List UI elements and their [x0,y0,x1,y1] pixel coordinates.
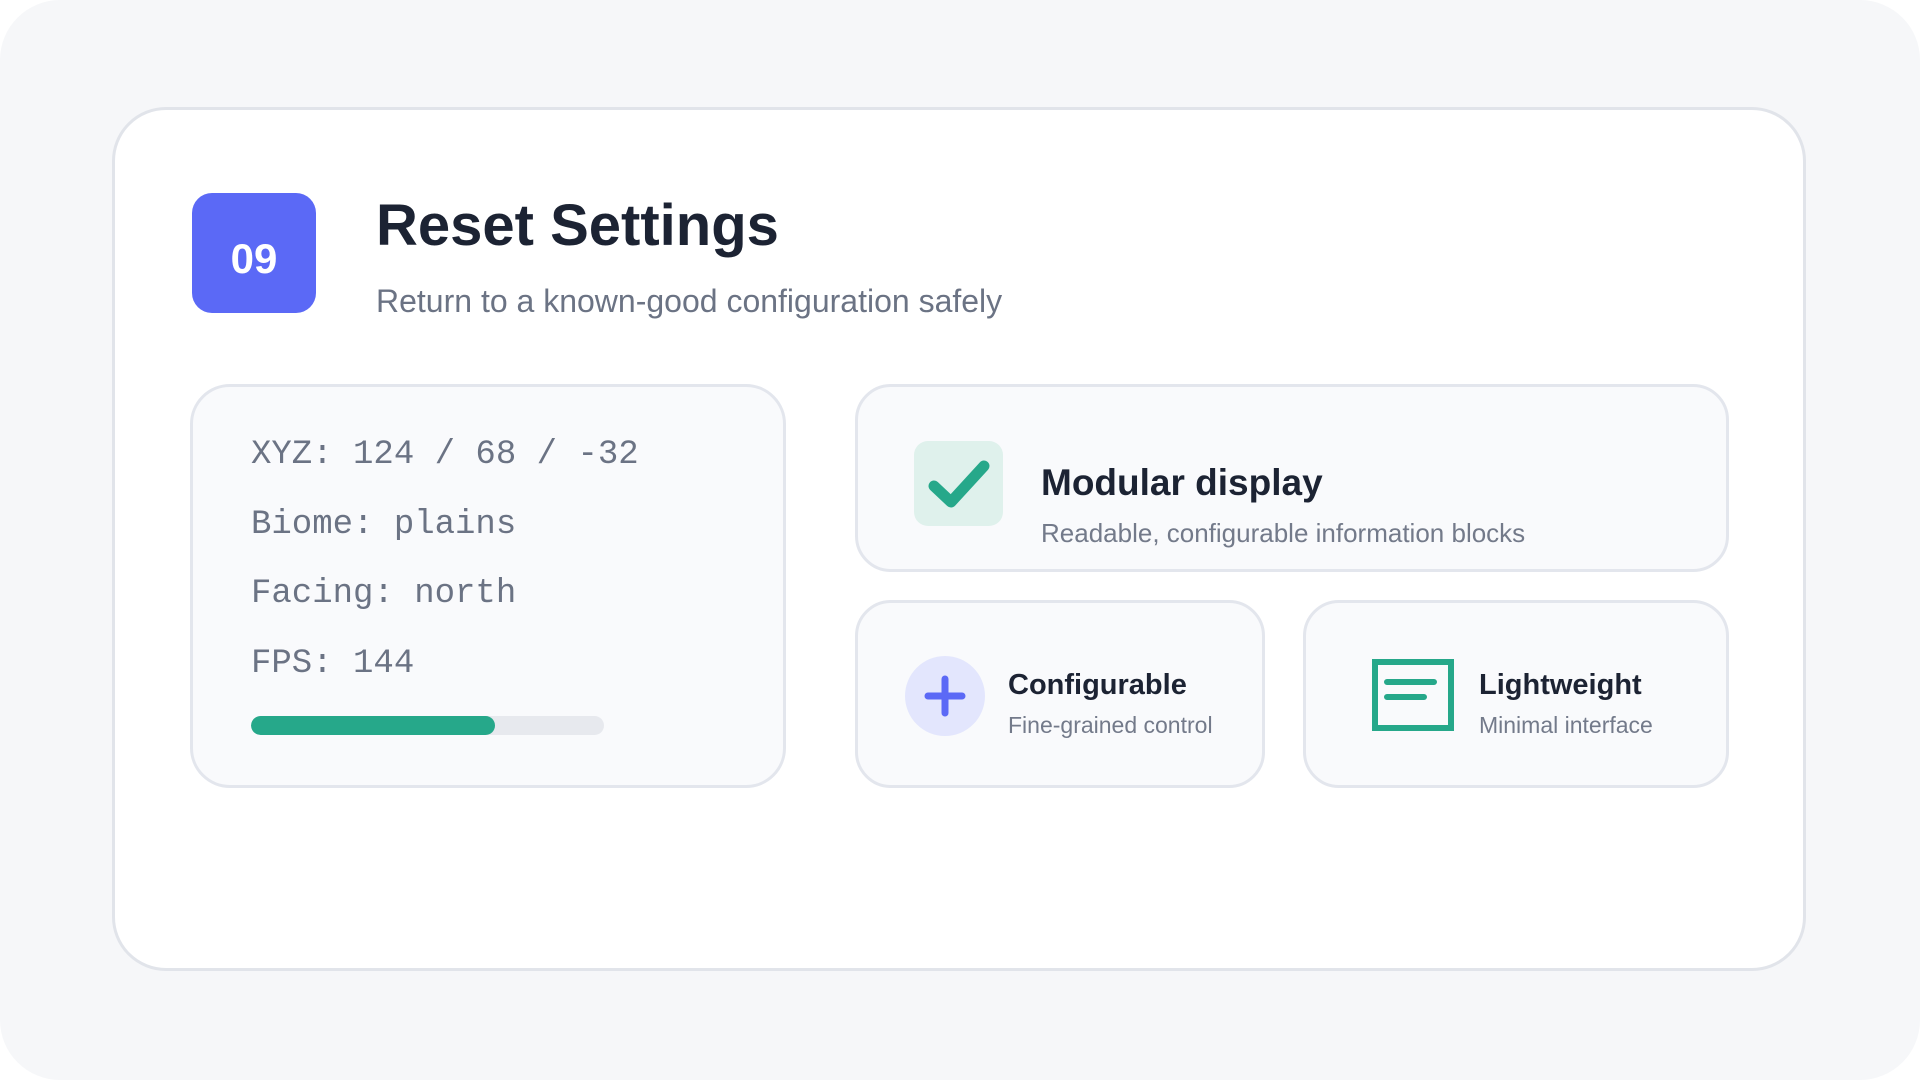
plus-icon [905,656,985,736]
feature-description: Minimal interface [1479,712,1653,738]
feature-title: Lightweight [1479,669,1642,701]
checkmark-icon [914,441,1003,526]
feature-card-modular-display[interactable]: Modular display Readable, configurable i… [855,384,1729,572]
feature-description: Fine-grained control [1008,712,1213,738]
feature-card-lightweight[interactable]: Lightweight Minimal interface [1303,600,1729,788]
page-subtitle: Return to a known-good configuration saf… [376,283,1003,319]
stat-line-fps: FPS: 144 [251,645,415,683]
canvas-background: 09 Reset Settings Return to a known-good… [0,0,1920,1080]
feature-card-configurable[interactable]: Configurable Fine-grained control [855,600,1265,788]
document-icon [1372,659,1454,731]
stat-line-xyz: XYZ: 124 / 68 / -32 [251,436,639,474]
progress-bar [251,716,604,735]
step-number-badge: 09 [192,193,316,313]
feature-description: Readable, configurable information block… [1041,518,1526,548]
stat-line-facing: Facing: north [251,575,517,613]
feature-title: Configurable [1008,669,1187,701]
stats-card: XYZ: 124 / 68 / -32 Biome: plains Facing… [190,384,786,788]
page-title: Reset Settings [376,193,779,258]
feature-title: Modular display [1041,462,1323,503]
stat-line-biome: Biome: plains [251,506,517,544]
progress-bar-fill [251,716,495,735]
